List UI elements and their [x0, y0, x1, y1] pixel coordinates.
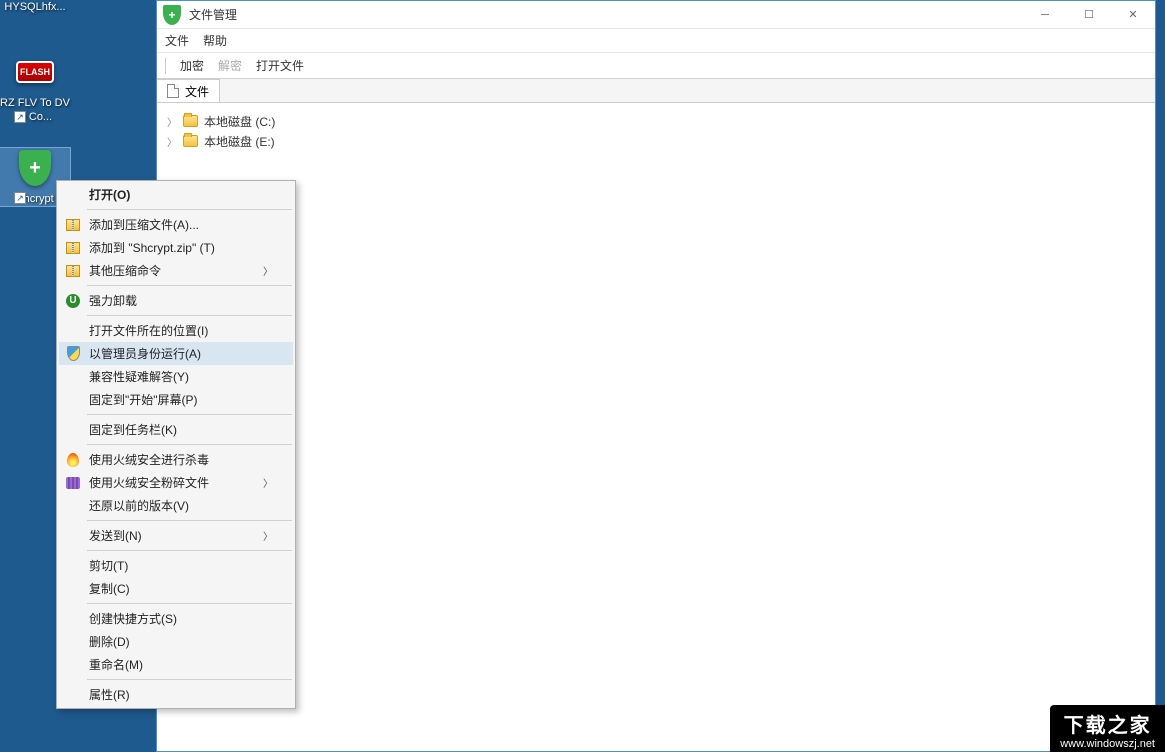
cm-separator [87, 679, 292, 680]
folder-icon [183, 135, 198, 147]
cm-run-admin[interactable]: 以管理员身份运行(A) [59, 342, 293, 365]
cm-send-to[interactable]: 发送到(N)〉 [59, 524, 293, 547]
menubar: 文件 帮助 [157, 29, 1155, 53]
maximize-button[interactable]: ☐ [1067, 1, 1111, 29]
cm-uninstall[interactable]: U强力卸载 [59, 289, 293, 312]
desktop-icon-rzflv[interactable]: FLASH↗ RZ FLV To DVD Co... [0, 52, 70, 125]
zip-icon [65, 263, 81, 279]
cm-pin-start[interactable]: 固定到"开始"屏幕(P) [59, 388, 293, 411]
cm-cut[interactable]: 剪切(T) [59, 554, 293, 577]
cm-delete[interactable]: 删除(D) [59, 630, 293, 653]
toolbar-decrypt[interactable]: 解密 [218, 57, 242, 74]
cm-separator [87, 520, 292, 521]
cm-properties[interactable]: 属性(R) [59, 683, 293, 706]
cm-hr-shred[interactable]: 使用火绒安全粉碎文件〉 [59, 471, 293, 494]
tree-label: 本地磁盘 (C:) [204, 113, 275, 130]
cm-separator [87, 444, 292, 445]
tree-row-drive-e[interactable]: 〉 本地磁盘 (E:) [167, 131, 1145, 151]
chevron-right-icon: 〉 [263, 263, 273, 278]
toolbar: 加密 解密 打开文件 [157, 53, 1155, 79]
chevron-right-icon: 〉 [167, 114, 177, 129]
cm-open-location[interactable]: 打开文件所在的位置(I) [59, 319, 293, 342]
uninstall-icon: U [65, 293, 81, 309]
cm-separator [87, 603, 292, 604]
cm-separator [87, 209, 292, 210]
watermark-url: www.windowszj.net [1060, 738, 1155, 750]
window-controls: ─ ☐ ✕ [1023, 1, 1155, 29]
cm-add-archive[interactable]: 添加到压缩文件(A)... [59, 213, 293, 236]
cm-restore[interactable]: 还原以前的版本(V) [59, 494, 293, 517]
cm-hr-scan[interactable]: 使用火绒安全进行杀毒 [59, 448, 293, 471]
folder-icon [183, 115, 198, 127]
titlebar[interactable]: + 文件管理 ─ ☐ ✕ [157, 1, 1155, 29]
shield-icon: +↗ [15, 148, 55, 188]
toolbar-encrypt[interactable]: 加密 [180, 57, 204, 74]
app-title: 文件管理 [189, 6, 237, 23]
cm-shortcut[interactable]: 创建快捷方式(S) [59, 607, 293, 630]
flame-icon [65, 452, 81, 468]
cm-pin-taskbar[interactable]: 固定到任务栏(K) [59, 418, 293, 441]
toolbar-open[interactable]: 打开文件 [256, 57, 304, 74]
cm-open[interactable]: 打开(O) [59, 183, 293, 206]
watermark: 下载之家 www.windowszj.net [1050, 705, 1165, 752]
watermark-brand: 下载之家 [1060, 709, 1155, 738]
desktop-icon-label: RZ FLV To DVD Co... [0, 96, 70, 125]
cm-rename[interactable]: 重命名(M) [59, 653, 293, 676]
zip-icon [65, 240, 81, 256]
desktop-icon-label: HYSQLhfx... [0, 0, 70, 14]
tree-label: 本地磁盘 (E:) [204, 133, 275, 150]
tab-label: 文件 [185, 83, 209, 100]
chevron-right-icon: 〉 [263, 475, 273, 490]
tree-row-drive-c[interactable]: 〉 本地磁盘 (C:) [167, 111, 1145, 131]
close-button[interactable]: ✕ [1111, 1, 1155, 29]
cm-other-zip[interactable]: 其他压缩命令〉 [59, 259, 293, 282]
chevron-right-icon: 〉 [263, 528, 273, 543]
cm-compat[interactable]: 兼容性疑难解答(Y) [59, 365, 293, 388]
document-icon [167, 84, 179, 98]
tab-file[interactable]: 文件 [157, 79, 220, 102]
cm-copy[interactable]: 复制(C) [59, 577, 293, 600]
toolbar-divider [165, 58, 166, 74]
zip-icon [65, 217, 81, 233]
cm-separator [87, 550, 292, 551]
cm-separator [87, 315, 292, 316]
context-menu: 打开(O) 添加到压缩文件(A)... 添加到 "Shcrypt.zip" (T… [56, 180, 296, 709]
cm-separator [87, 285, 292, 286]
app-shield-icon: + [163, 5, 181, 25]
app-window: + 文件管理 ─ ☐ ✕ 文件 帮助 加密 解密 打开文件 文件 〉 本地磁盘 … [156, 0, 1156, 752]
cm-add-zip[interactable]: 添加到 "Shcrypt.zip" (T) [59, 236, 293, 259]
shredder-icon [65, 475, 81, 491]
minimize-button[interactable]: ─ [1023, 1, 1067, 29]
menu-help[interactable]: 帮助 [203, 32, 227, 49]
tabbar: 文件 [157, 79, 1155, 103]
desktop-icon-hysql[interactable]: HYSQLhfx... [0, 0, 70, 14]
drive-tree: 〉 本地磁盘 (C:) 〉 本地磁盘 (E:) [157, 103, 1155, 751]
flash-icon: FLASH↗ [15, 52, 55, 92]
menu-file[interactable]: 文件 [165, 32, 189, 49]
uac-shield-icon [65, 346, 81, 362]
cm-separator [87, 414, 292, 415]
chevron-right-icon: 〉 [167, 134, 177, 149]
content-area: 〉 本地磁盘 (C:) 〉 本地磁盘 (E:) [157, 103, 1155, 751]
